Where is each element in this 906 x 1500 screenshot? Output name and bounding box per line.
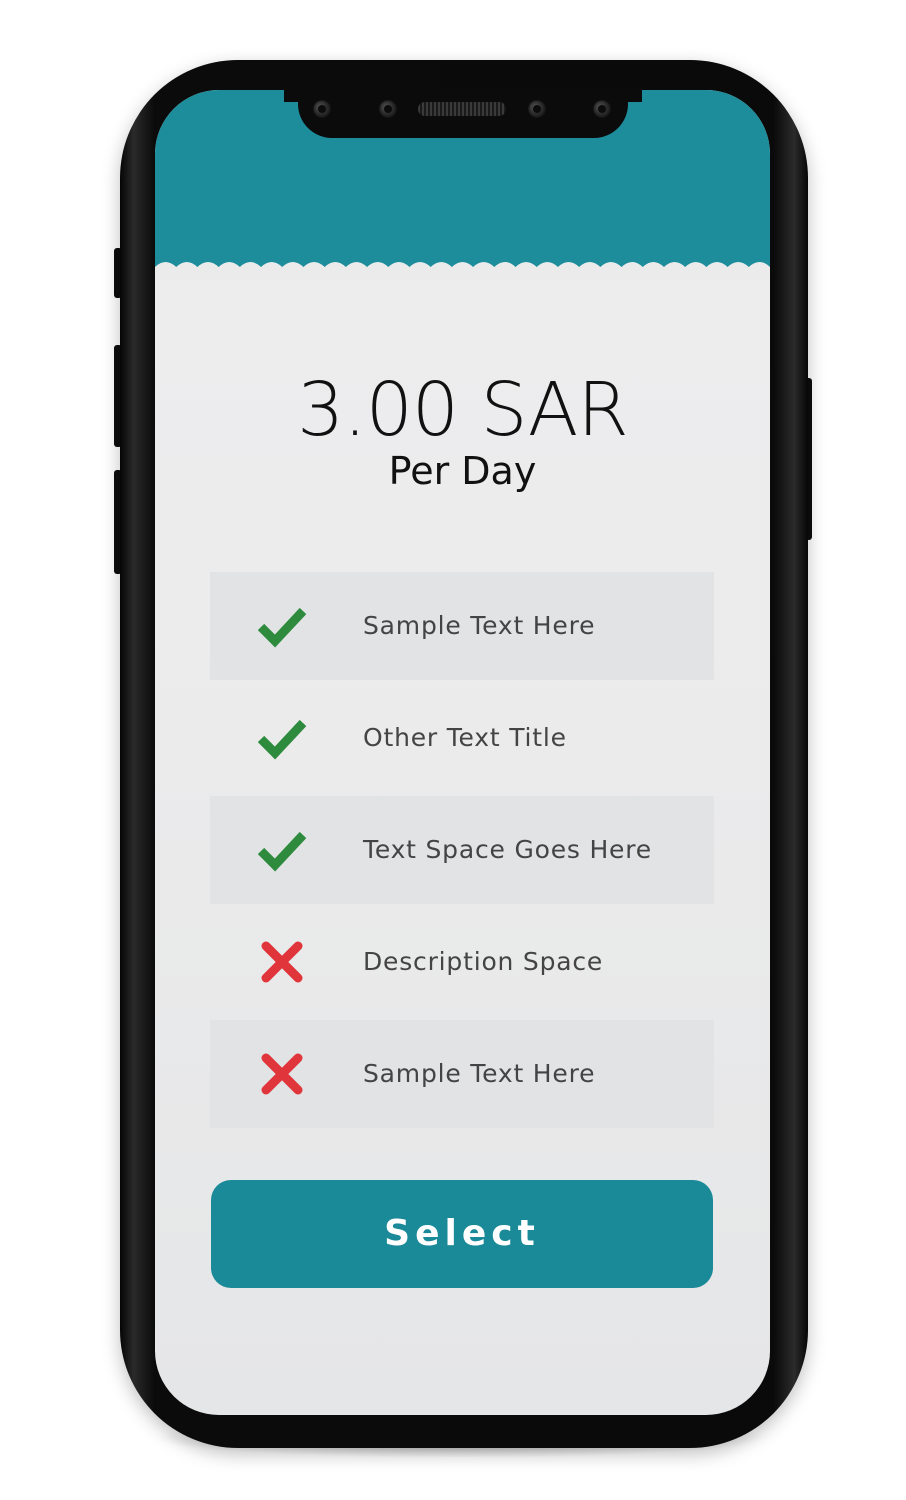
earpiece-speaker	[418, 102, 506, 116]
check-icon	[257, 607, 307, 648]
front-camera-icon	[313, 100, 331, 118]
stage: 3.00 SAR Per Day Sample Text Here Other …	[0, 0, 906, 1500]
feature-label: Text Space Goes Here	[363, 835, 652, 864]
sensor-icon	[379, 100, 397, 118]
proximity-sensor-icon	[528, 100, 546, 118]
feature-row: Other Text Title	[210, 684, 714, 792]
feature-row: Description Space	[210, 908, 714, 1016]
feature-label: Sample Text Here	[363, 611, 596, 640]
notch-corner-right	[628, 88, 642, 102]
face-sensor-icon	[593, 100, 611, 118]
feature-row: Sample Text Here	[210, 572, 714, 680]
select-button[interactable]: Select	[211, 1180, 713, 1288]
feature-row: Sample Text Here	[210, 1020, 714, 1128]
phone-screen: 3.00 SAR Per Day Sample Text Here Other …	[155, 90, 770, 1415]
price-period: Per Day	[388, 449, 537, 493]
check-icon	[257, 831, 307, 872]
price-amount: 3.00 SAR	[297, 367, 629, 453]
wave-divider	[155, 262, 770, 280]
feature-label: Sample Text Here	[363, 1059, 596, 1088]
feature-label: Other Text Title	[363, 723, 567, 752]
feature-label: Description Space	[363, 947, 604, 976]
feature-list: Sample Text Here Other Text Title Text S…	[210, 572, 714, 1132]
cross-icon	[261, 1053, 303, 1095]
notch-corner-left	[284, 88, 298, 102]
feature-row: Text Space Goes Here	[210, 796, 714, 904]
check-icon	[257, 719, 307, 760]
cross-icon	[261, 941, 303, 983]
